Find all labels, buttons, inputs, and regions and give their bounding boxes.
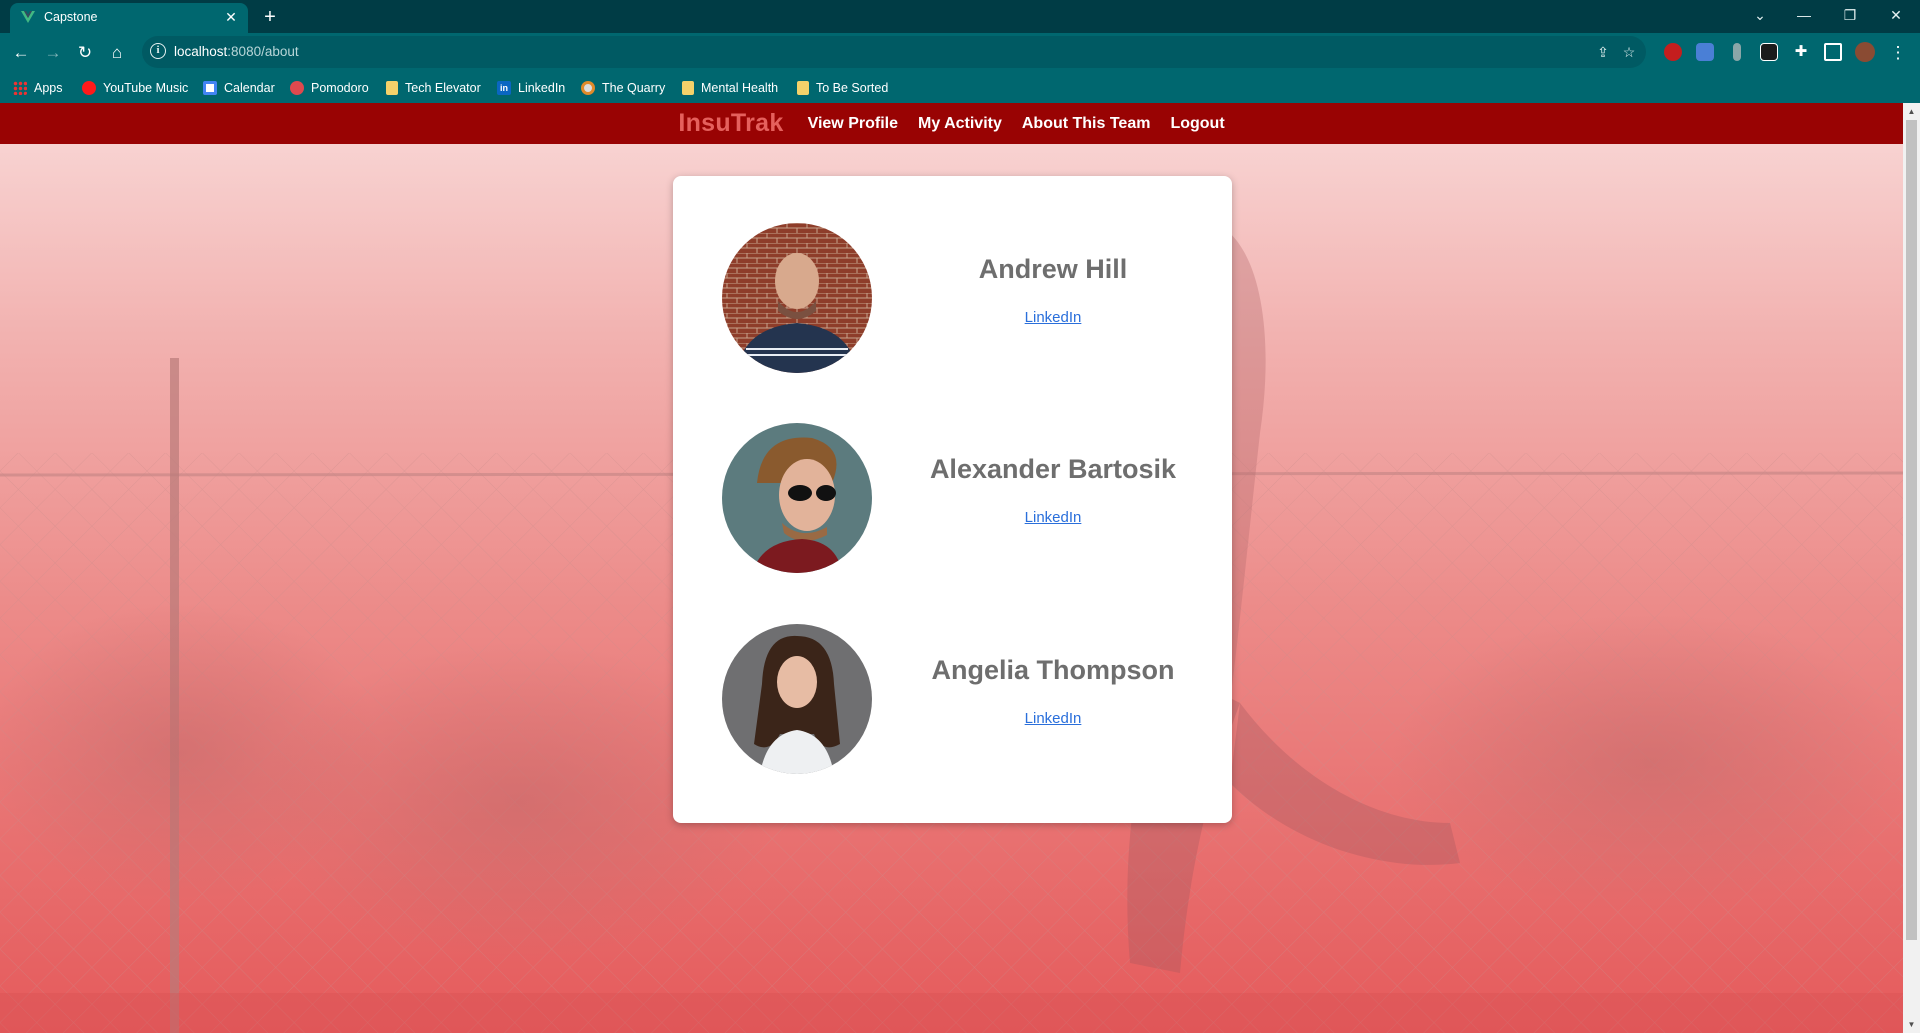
translate-extension-icon[interactable]: [1696, 43, 1714, 61]
nav-about-team[interactable]: About This Team: [1022, 115, 1151, 133]
new-tab-button[interactable]: +: [258, 5, 282, 29]
bookmark-calendar[interactable]: Calendar: [203, 79, 275, 97]
bookmark-tech-elevator[interactable]: Tech Elevator: [386, 79, 481, 97]
scroll-up-icon[interactable]: ▲: [1903, 103, 1920, 120]
browser-tab[interactable]: Capstone ✕: [10, 3, 248, 33]
extension-icon[interactable]: [1733, 43, 1741, 61]
page-scrollbar[interactable]: ▲ ▼: [1903, 103, 1920, 1033]
tab-title: Capstone: [44, 10, 98, 24]
page-viewport: InsuTrak View Profile My Activity About …: [0, 103, 1920, 1033]
share-icon[interactable]: ⇪: [1594, 43, 1612, 61]
bookmark-linkedin[interactable]: in LinkedIn: [497, 79, 565, 97]
tab-search-icon[interactable]: ⌄: [1740, 0, 1780, 30]
profile-avatar[interactable]: [1855, 42, 1875, 62]
forward-icon[interactable]: →: [41, 41, 65, 65]
minimize-icon[interactable]: —: [1784, 0, 1824, 30]
site-info-icon[interactable]: i: [150, 43, 166, 59]
linkedin-link[interactable]: LinkedIn: [913, 509, 1193, 526]
apps-grid-icon: [13, 81, 27, 95]
extension-icon[interactable]: [1760, 43, 1778, 61]
scroll-down-icon[interactable]: ▼: [1903, 1016, 1920, 1033]
bookmark-apps[interactable]: Apps: [13, 79, 63, 97]
bookmark-youtube-music[interactable]: YouTube Music: [82, 79, 188, 97]
calendar-icon: [203, 81, 217, 95]
youtube-music-icon: [82, 81, 96, 95]
app-navbar: InsuTrak View Profile My Activity About …: [0, 103, 1903, 144]
avatar: [722, 223, 872, 373]
pomodoro-icon: [290, 81, 304, 95]
team-member: Angelia Thompson LinkedIn: [673, 624, 1232, 774]
linkedin-icon: in: [497, 81, 511, 95]
brand-logo[interactable]: InsuTrak: [678, 109, 783, 138]
restore-icon[interactable]: ❐: [1830, 0, 1870, 30]
member-name: Andrew Hill: [978, 254, 1128, 284]
back-icon[interactable]: ←: [9, 41, 33, 65]
tab-close-icon[interactable]: ✕: [222, 8, 240, 26]
browser-toolbar: ← → ↻ ⌂ i localhost:8080/about ⇪ ☆ ✚ ⋮: [0, 33, 1920, 71]
nav-logout[interactable]: Logout: [1170, 115, 1224, 133]
puzzle-extensions-icon[interactable]: ✚: [1792, 43, 1810, 61]
bookmark-star-icon[interactable]: ☆: [1620, 43, 1638, 61]
bookmark-the-quarry[interactable]: The Quarry: [581, 79, 665, 97]
team-member: Andrew Hill LinkedIn: [673, 223, 1232, 373]
side-panel-icon[interactable]: [1824, 43, 1842, 61]
address-bar[interactable]: i localhost:8080/about ⇪ ☆: [142, 36, 1646, 68]
bookmark-pomodoro[interactable]: Pomodoro: [290, 79, 369, 97]
nav-my-activity[interactable]: My Activity: [918, 115, 1002, 133]
vue-logo-icon: [21, 11, 35, 23]
folder-icon: [682, 81, 694, 95]
close-window-icon[interactable]: ✕: [1876, 0, 1916, 30]
member-name: Alexander Bartosik: [929, 454, 1177, 484]
linkedin-link[interactable]: LinkedIn: [913, 710, 1193, 727]
folder-icon: [386, 81, 398, 95]
scrollbar-thumb[interactable]: [1906, 120, 1917, 940]
reload-icon[interactable]: ↻: [73, 41, 97, 65]
avatar: [722, 624, 872, 774]
bookmark-to-be-sorted[interactable]: To Be Sorted: [797, 79, 888, 97]
menu-kebab-icon[interactable]: ⋮: [1886, 41, 1910, 65]
team-card: Andrew Hill LinkedIn Alexander Bartosik …: [673, 176, 1232, 823]
folder-icon: [797, 81, 809, 95]
linkedin-link[interactable]: LinkedIn: [913, 309, 1193, 326]
avatar: [722, 423, 872, 573]
quarry-icon: [581, 81, 595, 95]
team-member: Alexander Bartosik LinkedIn: [673, 423, 1232, 573]
address-url[interactable]: localhost:8080/about: [174, 44, 299, 59]
home-icon[interactable]: ⌂: [105, 41, 129, 65]
nav-view-profile[interactable]: View Profile: [808, 115, 898, 133]
member-name: Angelia Thompson: [931, 655, 1175, 685]
tab-strip: Capstone ✕ + ⌄ — ❐ ✕: [0, 0, 1920, 33]
ublock-extension-icon[interactable]: [1664, 43, 1682, 61]
bookmark-mental-health[interactable]: Mental Health: [682, 79, 778, 97]
bookmarks-bar: Apps YouTube Music Calendar Pomodoro Tec…: [0, 71, 1920, 103]
